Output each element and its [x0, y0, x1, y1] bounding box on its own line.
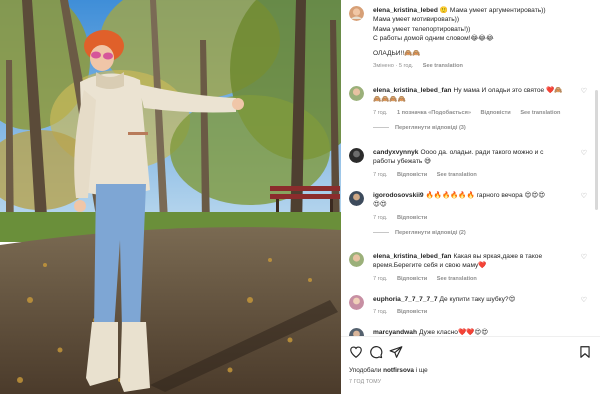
comment-text: ОЛАДЬИ!!🙈🙈 — [373, 49, 421, 57]
see-translation-link[interactable]: See translation — [437, 276, 477, 282]
reply-link[interactable]: Відповісти — [397, 215, 427, 221]
see-translation-link[interactable]: See translation — [437, 172, 477, 178]
avatar[interactable] — [349, 295, 364, 310]
reply-link[interactable]: Відповісти — [397, 276, 427, 282]
comments-list[interactable]: elena_kristina_lebed 🙂 Мама умеет аргумен… — [341, 0, 600, 336]
like-heart-icon[interactable] — [349, 345, 363, 359]
comment-meta: 7 год. Відповісти See translation — [373, 172, 591, 178]
avatar[interactable] — [349, 6, 364, 21]
share-paper-plane-icon[interactable] — [389, 345, 403, 359]
comment-username[interactable]: elena_kristina_lebed — [373, 7, 438, 14]
comment-item: igorodosovskii9 🔥🔥🔥🔥🔥🔥 гарного вечора 😍😍😍… — [349, 191, 591, 236]
likes-prefix: Уподобали — [349, 367, 382, 374]
comment-text: время.Берегите себя и свою маму❤️ — [373, 262, 487, 270]
comment-text: Ну мама И оладьи это святое ❤️🙈 — [453, 87, 563, 94]
comment-text: 🙂 Мама умеет аргументировать)) — [439, 7, 546, 14]
comment-text: Дуже класно❤️❤️😍😍 — [418, 329, 489, 336]
avatar[interactable] — [349, 148, 364, 163]
view-replies-link[interactable]: Переглянути відповіді (2) — [373, 230, 591, 236]
view-replies-link[interactable]: Переглянути відповіді (3) — [373, 125, 591, 131]
avatar[interactable] — [349, 252, 364, 267]
post-photo[interactable] — [0, 0, 341, 394]
comment-username[interactable]: elena_kristina_lebed_fan — [373, 87, 451, 94]
comment-username[interactable]: euphoria_7_7_7_7_7 — [373, 296, 438, 303]
comment-time: 7 год. — [373, 275, 388, 282]
comment-text: работы убежать 😅 — [373, 158, 431, 166]
comments-panel: elena_kristina_lebed 🙂 Мама умеет аргумен… — [341, 0, 600, 394]
comment-text: 😍😍 — [373, 201, 387, 209]
comments-scrollbar[interactable] — [595, 90, 598, 210]
comment-time: Змінено · 5 год. — [373, 63, 414, 70]
comment-likes-count[interactable]: 1 позначка «Подобається» — [397, 110, 471, 116]
likes-summary: Уподобали notfirsova і ще — [349, 367, 428, 374]
see-translation-link[interactable]: See translation — [423, 63, 463, 69]
comment-time: 7 год. — [373, 214, 388, 221]
comment-meta: 7 год. Відповісти — [373, 309, 591, 315]
comment-item: euphoria_7_7_7_7_7 Де купити таку шубку?😍… — [349, 295, 591, 315]
comment-username[interactable]: marcyandwah — [373, 329, 417, 336]
avatar[interactable] — [349, 86, 364, 101]
avatar[interactable] — [349, 328, 364, 336]
comment-meta: 7 год. 1 позначка «Подобається» Відповіс… — [373, 110, 591, 116]
comment-meta: 7 год. Відповісти See translation — [373, 276, 591, 282]
like-comment-heart-icon[interactable]: ♡ — [581, 193, 587, 200]
post-action-bar: Уподобали notfirsova і ще 7 ГОД ТОМУ — [341, 336, 600, 394]
comment-text: Мама умеет телепортировать!)) — [373, 25, 471, 33]
comment-item: elena_kristina_lebed_fan Какая вы яркая,д… — [349, 252, 591, 282]
comment-username[interactable]: candyxvynnyk — [373, 149, 418, 156]
comment-username[interactable]: elena_kristina_lebed_fan — [373, 253, 451, 260]
comment-time: 7 год. — [373, 309, 388, 316]
comment-bubble-icon[interactable] — [369, 345, 383, 359]
comment-username[interactable]: igorodosovskii9 — [373, 192, 424, 199]
like-comment-heart-icon[interactable]: ♡ — [581, 150, 587, 157]
comment-time: 7 год. — [373, 171, 388, 178]
caption-comment: elena_kristina_lebed 🙂 Мама умеет аргумен… — [349, 6, 591, 69]
bookmark-icon[interactable] — [578, 345, 592, 359]
reply-link[interactable]: Відповісти — [481, 110, 511, 116]
like-comment-heart-icon[interactable]: ♡ — [581, 254, 587, 261]
comment-text: Оооо да. оладьи. ради такого можно и с — [420, 149, 544, 156]
photo-scene — [0, 0, 341, 394]
comment-text: Какая вы яркая,даже в такое — [453, 253, 543, 260]
see-translation-link[interactable]: See translation — [520, 110, 560, 116]
comment-time: 7 год. — [373, 109, 388, 116]
comment-meta: 7 год. Відповісти — [373, 215, 591, 221]
post-timestamp: 7 ГОД ТОМУ — [349, 379, 382, 385]
comment-meta: Змінено · 5 год. See translation — [373, 63, 591, 69]
comment-item: marcyandwah Дуже класно❤️❤️😍😍 — [349, 328, 591, 336]
likes-username[interactable]: notfirsova — [383, 367, 414, 374]
like-comment-heart-icon[interactable]: ♡ — [581, 297, 587, 304]
reply-link[interactable]: Відповісти — [397, 309, 427, 315]
comment-text: Мама умеет мотивировать)) — [373, 16, 460, 24]
comment-item: elena_kristina_lebed_fan Ну мама И оладьи… — [349, 86, 591, 131]
comment-text: 🔥🔥🔥🔥🔥🔥 гарного вечора 😍😍😍 — [425, 192, 546, 199]
reply-link[interactable]: Відповісти — [397, 172, 427, 178]
comment-text: 🙈🙈🙈🙈 — [373, 96, 406, 104]
comment-item: candyxvynnyk Оооо да. оладьи. ради такого… — [349, 148, 591, 178]
comment-text: С работы домой одним словом!😂😂😂 — [373, 35, 494, 43]
like-comment-heart-icon[interactable]: ♡ — [581, 88, 587, 95]
likes-suffix[interactable]: і ще — [416, 367, 428, 374]
avatar[interactable] — [349, 191, 364, 206]
comment-text: Де купити таку шубку?😍 — [439, 296, 516, 303]
